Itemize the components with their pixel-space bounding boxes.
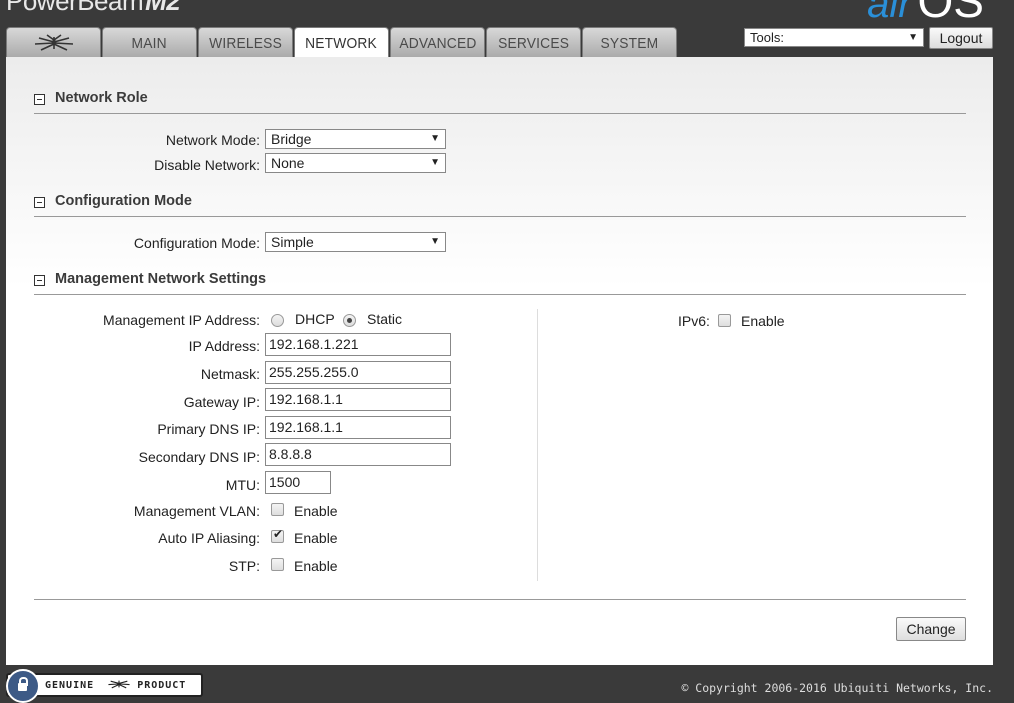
gateway-ip-input[interactable]: 192.168.1.1 <box>265 388 451 411</box>
airos-logo-suffix: OS <box>917 0 984 27</box>
static-label: Static <box>367 311 403 327</box>
tab-system-label: SYSTEM <box>600 35 659 52</box>
netmask-label: Netmask: <box>200 366 260 382</box>
tab-advanced-label: ADVANCED <box>398 35 477 52</box>
auto-ip-aliasing-enable-label: Enable <box>294 530 338 546</box>
tab-network[interactable]: NETWORK <box>294 27 389 59</box>
configuration-mode-select[interactable]: Simple ▼ <box>265 232 446 252</box>
section-divider <box>34 599 966 600</box>
logout-button[interactable]: Logout <box>929 27 993 49</box>
tab-services[interactable]: SERVICES <box>486 27 581 58</box>
tab-ubiquiti-logo[interactable] <box>6 27 101 58</box>
primary-dns-input[interactable]: 192.168.1.1 <box>265 416 451 439</box>
dropdown-arrow-icon: ▼ <box>430 133 440 144</box>
tab-main[interactable]: MAIN <box>102 27 197 58</box>
configuration-mode-title: Configuration Mode <box>55 193 192 209</box>
genuine-product-badge: GENUINE PRODUCT <box>6 669 203 703</box>
dropdown-arrow-icon: ▼ <box>908 32 918 43</box>
badge-text: GENUINE PRODUCT <box>45 679 186 691</box>
product-brand: PowerBeamM2 <box>6 0 181 16</box>
auto-ip-aliasing-label: Auto IP Aliasing: <box>158 530 260 546</box>
management-vlan-checkbox[interactable] <box>271 503 284 516</box>
mtu-label: MTU: <box>225 477 260 493</box>
stp-enable-label: Enable <box>294 558 338 574</box>
airos-logo-prefix: air <box>867 0 912 26</box>
tools-dropdown-value: Tools: <box>750 30 784 45</box>
dropdown-arrow-icon: ▼ <box>430 236 440 247</box>
ipv6-label: IPv6: <box>678 313 710 329</box>
ip-address-label: IP Address: <box>188 338 260 354</box>
badge-text-right: PRODUCT <box>137 680 187 691</box>
tab-wireless[interactable]: WIRELESS <box>198 27 293 58</box>
primary-dns-label: Primary DNS IP: <box>157 421 260 437</box>
management-title: Management Network Settings <box>55 271 267 287</box>
ipv6-enable-label: Enable <box>741 313 785 329</box>
static-radio[interactable] <box>343 314 356 327</box>
change-button[interactable]: Change <box>896 617 966 641</box>
collapse-icon[interactable] <box>34 94 45 105</box>
brand-name: PowerBeam <box>6 0 144 16</box>
disable-network-label: Disable Network: <box>154 157 260 173</box>
network-role-title: Network Role <box>55 90 148 106</box>
collapse-icon[interactable] <box>34 197 45 208</box>
netmask-input[interactable]: 255.255.255.0 <box>265 361 451 384</box>
tab-services-label: SERVICES <box>497 35 570 52</box>
mtu-input[interactable]: 1500 <box>265 471 331 494</box>
management-vlan-label: Management VLAN: <box>133 503 260 519</box>
management-ip-label: Management IP Address: <box>103 312 260 328</box>
dropdown-arrow-icon: ▼ <box>430 157 440 168</box>
ipv6-checkbox[interactable] <box>718 314 731 327</box>
lock-icon <box>6 669 40 703</box>
gateway-ip-label: Gateway IP: <box>183 394 260 410</box>
management-vlan-enable-label: Enable <box>294 503 338 519</box>
tab-wireless-label: WIRELESS <box>209 35 282 52</box>
badge-text-left: GENUINE <box>45 680 95 691</box>
configuration-mode-section-header: Configuration Mode <box>34 193 966 217</box>
brand-model: M2 <box>145 0 181 16</box>
copyright-text: © Copyright 2006-2016 Ubiquiti Networks,… <box>681 681 993 695</box>
network-mode-label: Network Mode: <box>165 132 260 148</box>
dhcp-radio[interactable] <box>271 314 284 327</box>
stp-label: STP: <box>228 558 260 574</box>
ip-address-input[interactable]: 192.168.1.221 <box>265 333 451 356</box>
configuration-mode-value: Simple <box>271 234 314 250</box>
stp-checkbox[interactable] <box>271 558 284 571</box>
tab-main-label: MAIN <box>131 35 168 52</box>
disable-network-select[interactable]: None ▼ <box>265 153 446 173</box>
column-divider <box>537 309 538 581</box>
network-mode-select[interactable]: Bridge ▼ <box>265 129 446 149</box>
airos-logo: air OS <box>867 0 984 28</box>
dhcp-label: DHCP <box>295 311 335 327</box>
secondary-dns-label: Secondary DNS IP: <box>138 449 260 465</box>
auto-ip-aliasing-checkbox[interactable] <box>271 527 284 543</box>
collapse-icon[interactable] <box>34 275 45 286</box>
network-settings-panel: Network Role Network Mode: Bridge ▼ Disa… <box>6 57 993 665</box>
secondary-dns-input[interactable]: 8.8.8.8 <box>265 443 451 466</box>
tab-network-label: NETWORK <box>305 35 378 52</box>
ubiquiti-logo-icon <box>34 34 73 51</box>
management-section-header: Management Network Settings <box>34 271 966 295</box>
tab-advanced[interactable]: ADVANCED <box>390 27 485 58</box>
tab-system[interactable]: SYSTEM <box>582 27 677 58</box>
network-mode-value: Bridge <box>271 131 312 147</box>
tools-dropdown[interactable]: Tools: ▼ <box>744 28 924 47</box>
ubiquiti-logo-icon <box>108 680 130 689</box>
configuration-mode-label: Configuration Mode: <box>133 235 260 251</box>
network-role-section-header: Network Role <box>34 90 966 114</box>
disable-network-value: None <box>271 155 305 171</box>
